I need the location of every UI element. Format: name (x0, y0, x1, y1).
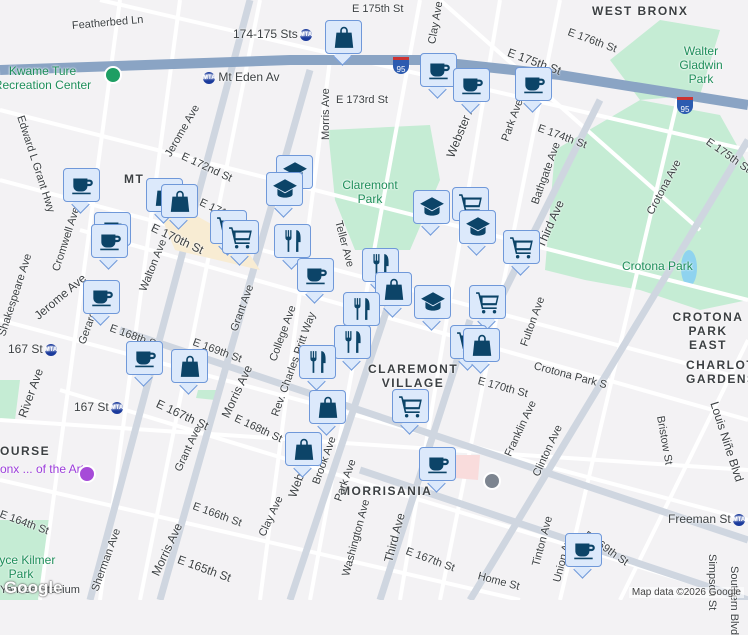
grocery-marker[interactable] (469, 285, 506, 331)
shopping-marker[interactable] (285, 432, 322, 478)
park-label: Walter Gladwin Park (679, 44, 723, 86)
school-marker[interactable] (266, 172, 303, 218)
coffee-cup-icon (89, 284, 115, 310)
shopping-bag-icon (291, 436, 317, 462)
district-label: MT (124, 172, 145, 186)
graduation-cap-icon (272, 176, 298, 202)
hospital-area (455, 455, 480, 480)
shopping-marker[interactable] (463, 328, 500, 374)
shopping-bag-icon (381, 276, 407, 302)
grocery-marker[interactable] (392, 389, 429, 435)
cafe-marker[interactable] (83, 280, 120, 326)
coffee-cup-icon (97, 228, 123, 254)
subway-station[interactable]: Freeman St MTA (668, 512, 745, 526)
subway-icon: MTA (732, 513, 745, 526)
subway-station[interactable]: 167 St MTA (8, 342, 57, 356)
district-label: CHARLOTTE GARDENS (686, 358, 748, 386)
district-label: WEST BRONX (592, 4, 689, 18)
shopping-bag-icon (331, 24, 357, 50)
shopping-cart-icon (509, 234, 535, 260)
graduation-cap-icon (420, 289, 446, 315)
street-label: E 175th St (352, 3, 404, 15)
fork-knife-icon (349, 296, 375, 322)
street-label: Morris Ave (320, 88, 332, 140)
cafe-marker[interactable] (63, 168, 100, 214)
fork-knife-icon (280, 228, 306, 254)
subway-icon: MTA (203, 71, 216, 84)
coffee-cup-icon (132, 345, 158, 371)
station-name: 167 St (8, 342, 43, 356)
district-label: CROTONA PARK EAST (672, 310, 744, 352)
district-label: OURSE (0, 444, 51, 458)
station-name: 174-175 Sts (233, 27, 298, 41)
station-name: Mt Eden Av (218, 70, 280, 84)
coffee-cup-icon (459, 72, 485, 98)
subway-station[interactable]: 167 St MTA (74, 400, 123, 414)
park-label: Crotona Park (622, 259, 693, 273)
subway-station[interactable]: 174-175 Sts MTA (233, 27, 312, 41)
graduation-cap-icon (419, 194, 445, 220)
subway-icon: MTA (44, 343, 57, 356)
coffee-cup-icon (521, 71, 547, 97)
grocery-marker[interactable] (222, 220, 259, 266)
interstate-95-shield: 95 (393, 57, 409, 74)
street-label: E 173rd St (336, 94, 388, 106)
cafe-marker[interactable] (419, 447, 456, 493)
museum-pin-icon[interactable] (78, 465, 96, 483)
cafe-marker[interactable] (565, 533, 602, 579)
shopping-cart-icon (398, 393, 424, 419)
poi-pin-icon[interactable] (104, 66, 122, 84)
coffee-cup-icon (426, 57, 452, 83)
park-label: Joyce Kilmer Park (0, 553, 56, 581)
grocery-marker[interactable] (503, 230, 540, 276)
shopping-bag-icon (315, 394, 341, 420)
cafe-marker[interactable] (515, 67, 552, 113)
school-marker[interactable] (414, 285, 451, 331)
shopping-bag-icon (469, 332, 495, 358)
coffee-cup-icon (303, 262, 329, 288)
coffee-cup-icon (571, 537, 597, 563)
school-marker[interactable] (459, 210, 496, 256)
shopping-cart-icon (475, 289, 501, 315)
coffee-cup-icon (425, 451, 451, 477)
shopping-marker[interactable] (171, 349, 208, 395)
district-label: CLAREMONT VILLAGE (368, 362, 459, 390)
graduation-cap-icon (465, 214, 491, 240)
cafe-marker[interactable] (91, 224, 128, 270)
shopping-marker[interactable] (375, 272, 412, 318)
shopping-marker[interactable] (161, 184, 198, 230)
street-label: Simpson St (706, 554, 718, 611)
school-marker[interactable] (413, 190, 450, 236)
street-label: Southern Blvd (728, 566, 740, 635)
map-attribution[interactable]: Map data ©2026 Google (628, 587, 744, 598)
school-pin-icon[interactable] (483, 472, 501, 490)
cafe-marker[interactable] (297, 258, 334, 304)
cafe-marker[interactable] (453, 68, 490, 114)
poi-label-bronx-arts[interactable]: The Bronx ... of the Arts (0, 462, 90, 476)
poi-label-kwame-ture[interactable]: Kwame Ture Recreation Center (0, 64, 105, 92)
subway-icon: MTA (110, 401, 123, 414)
fork-knife-icon (340, 329, 366, 355)
subway-icon: MTA (299, 28, 312, 41)
subway-station[interactable]: MTA Mt Eden Av (201, 70, 280, 84)
station-name: Freeman St (668, 512, 731, 526)
interstate-95-shield: 95 (677, 97, 693, 114)
coffee-cup-icon (69, 172, 95, 198)
shopping-bag-icon (177, 353, 203, 379)
cafe-marker[interactable] (420, 53, 457, 99)
shopping-bag-icon (167, 188, 193, 214)
restaurant-marker[interactable] (334, 325, 371, 371)
cafe-marker[interactable] (126, 341, 163, 387)
fork-knife-icon (305, 349, 331, 375)
park-label: Claremont Park (342, 178, 398, 206)
station-name: 167 St (74, 400, 109, 414)
google-logo[interactable]: Google (4, 578, 63, 598)
restaurant-marker[interactable] (299, 345, 336, 391)
shopping-cart-icon (228, 224, 254, 250)
shopping-marker[interactable] (309, 390, 346, 436)
shopping-marker[interactable] (325, 20, 362, 66)
